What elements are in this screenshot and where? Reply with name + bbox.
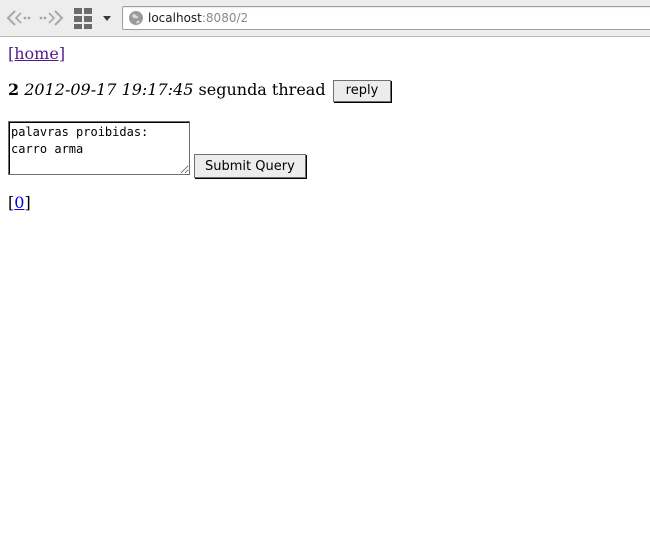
pagination: [0] <box>8 193 31 212</box>
post-title: segunda thread <box>198 80 326 99</box>
reply-button[interactable]: reply <box>332 80 392 102</box>
url-text: localhost:8080/2 <box>148 10 248 26</box>
message-textarea[interactable]: palavras proibidas: carro arma <box>8 121 190 175</box>
browser-toolbar: localhost:8080/2 <box>0 0 650 37</box>
page-content: [home] 2 2012-09-17 19:17:45 segunda thr… <box>8 44 650 212</box>
url-port-path: :8080/2 <box>201 11 249 25</box>
home-link[interactable]: [home] <box>8 44 65 63</box>
page-link-0[interactable]: 0 <box>14 193 24 212</box>
submit-button[interactable]: Submit Query <box>194 154 306 178</box>
url-host: localhost <box>148 11 202 25</box>
address-bar[interactable]: localhost:8080/2 <box>122 6 650 30</box>
tab-overview-icon[interactable] <box>72 6 116 30</box>
back-icon[interactable] <box>4 6 32 30</box>
post-date: 2012-09-17 19:17:45 <box>24 80 194 99</box>
thread-post: 2 2012-09-17 19:17:45 segunda thread rep… <box>8 80 392 102</box>
globe-icon <box>129 11 143 25</box>
post-id: 2 <box>8 80 20 99</box>
chevron-down-icon <box>103 16 111 21</box>
forward-icon[interactable] <box>38 6 66 30</box>
pager-close-bracket: ] <box>24 193 31 212</box>
